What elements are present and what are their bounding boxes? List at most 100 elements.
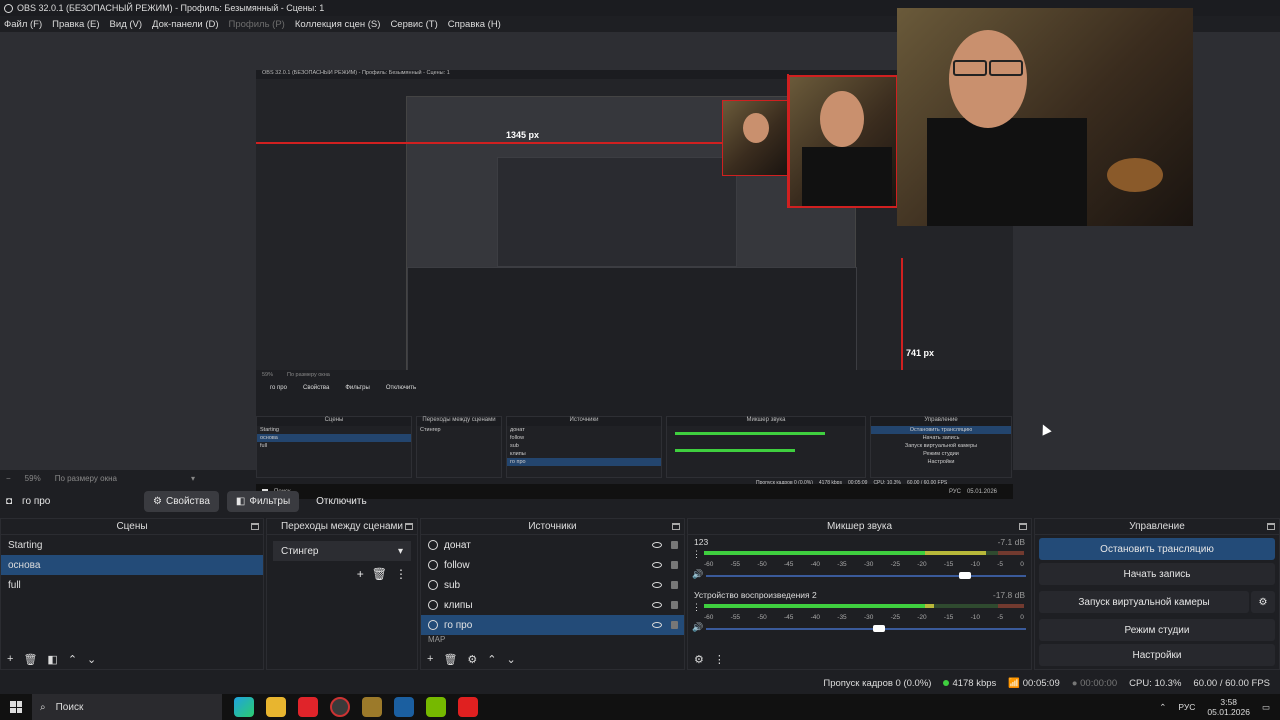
nvidia-icon[interactable] bbox=[426, 697, 446, 717]
nested-props: Свойства bbox=[302, 385, 330, 391]
move-down-icon[interactable]: ⌄ bbox=[87, 653, 96, 666]
stop-stream-button[interactable]: Остановить трансляцию bbox=[1039, 538, 1275, 560]
zoom-level[interactable]: 59% bbox=[25, 474, 41, 483]
steam-icon[interactable] bbox=[394, 697, 414, 717]
source-item[interactable]: sub bbox=[421, 575, 684, 595]
app-icon-b[interactable] bbox=[458, 697, 478, 717]
file-explorer-icon[interactable] bbox=[266, 697, 286, 717]
more-icon[interactable]: ⋮ bbox=[395, 567, 407, 581]
windows-start-icon[interactable] bbox=[10, 701, 22, 713]
transition-actions: + 🗑 ⋮ bbox=[267, 567, 417, 581]
lock-icon[interactable] bbox=[671, 601, 678, 609]
zoom-dropdown-icon[interactable]: ▾ bbox=[191, 474, 195, 483]
source-type-icon bbox=[428, 600, 438, 610]
undock-icon[interactable] bbox=[1019, 523, 1027, 530]
lock-icon[interactable] bbox=[671, 561, 678, 569]
chevron-up-icon[interactable]: ⌃ bbox=[1159, 702, 1166, 713]
meter-tick-label: -50 bbox=[757, 561, 767, 568]
add-source-icon[interactable]: + bbox=[427, 653, 433, 665]
disable-button[interactable]: Отключить bbox=[307, 491, 376, 512]
properties-button[interactable]: ⚙ Свойства bbox=[144, 490, 219, 512]
language-indicator[interactable]: РУС bbox=[1178, 702, 1195, 712]
volume-slider[interactable] bbox=[706, 625, 1026, 632]
menu-edit[interactable]: Правка (E) bbox=[52, 19, 99, 30]
eye-icon[interactable] bbox=[652, 622, 662, 628]
webcam-source[interactable] bbox=[897, 8, 1193, 226]
measure-height-label: 741 px bbox=[906, 348, 935, 358]
transition-select[interactable]: Стингер ▾ bbox=[273, 541, 411, 561]
nested-source: донат bbox=[510, 427, 525, 433]
virtual-cam-button[interactable]: Запуск виртуальной камеры bbox=[1039, 591, 1249, 613]
eye-icon[interactable] bbox=[652, 582, 662, 588]
source-item-partial[interactable]: МАР bbox=[421, 635, 684, 643]
remove-transition-icon[interactable]: 🗑 bbox=[372, 567, 387, 581]
studio-mode-button[interactable]: Режим студии bbox=[1039, 619, 1275, 641]
lock-icon[interactable] bbox=[671, 621, 678, 629]
speaker-icon[interactable]: 🔊 bbox=[692, 569, 703, 580]
source-type-icon bbox=[428, 560, 438, 570]
obs-taskbar-icon[interactable] bbox=[330, 697, 350, 717]
undock-icon[interactable] bbox=[672, 523, 680, 530]
meter-tick-label: -15 bbox=[943, 614, 954, 621]
source-label: донат bbox=[444, 539, 471, 551]
person-head bbox=[820, 91, 864, 147]
edge-browser-icon[interactable] bbox=[234, 697, 254, 717]
menu-dots-icon[interactable]: ⋮ bbox=[692, 602, 701, 613]
zoom-minus-icon[interactable]: − bbox=[6, 474, 11, 483]
add-scene-icon[interactable]: + bbox=[7, 653, 13, 665]
menu-scene-collection[interactable]: Коллекция сцен (S) bbox=[295, 19, 381, 30]
undock-icon[interactable] bbox=[1267, 523, 1275, 530]
app-icon-w[interactable] bbox=[362, 697, 382, 717]
eye-icon[interactable] bbox=[652, 562, 662, 568]
camera-source-inner[interactable] bbox=[788, 75, 898, 208]
scene-item[interactable]: основа bbox=[1, 555, 263, 575]
taskbar-search[interactable]: ⌕ Поиск bbox=[32, 694, 222, 720]
mixer-title: Микшер звука bbox=[826, 521, 893, 532]
menu-tools[interactable]: Сервис (T) bbox=[390, 19, 437, 30]
eye-icon[interactable] bbox=[652, 602, 662, 608]
source-item[interactable]: клипы bbox=[421, 595, 684, 615]
eye-icon[interactable] bbox=[652, 542, 662, 548]
move-up-icon[interactable]: ⌃ bbox=[487, 653, 496, 666]
notification-icon[interactable]: ▭ bbox=[1262, 702, 1270, 713]
speaker-icon[interactable]: 🔊 bbox=[692, 622, 703, 633]
more-icon[interactable]: ⋮ bbox=[714, 653, 725, 666]
clock[interactable]: 3:58 05.01.2026 bbox=[1207, 697, 1250, 717]
volume-knob[interactable] bbox=[959, 572, 972, 579]
filters-button[interactable]: ◧ Фильтры bbox=[226, 490, 300, 512]
move-down-icon[interactable]: ⌄ bbox=[507, 653, 516, 666]
source-item[interactable]: follow bbox=[421, 555, 684, 575]
menu-view[interactable]: Вид (V) bbox=[110, 19, 143, 30]
gear-icon[interactable]: ⚙ bbox=[1251, 591, 1275, 613]
settings-button[interactable]: Настройки bbox=[1039, 644, 1275, 666]
preview-area[interactable]: OBS 32.0.1 (БЕЗОПАСНЫЙ РЕЖИМ) - Профиль:… bbox=[0, 8, 1280, 499]
move-up-icon[interactable]: ⌃ bbox=[68, 653, 77, 666]
lock-icon[interactable] bbox=[671, 541, 678, 549]
menu-docks[interactable]: Док-панели (D) bbox=[152, 19, 218, 30]
menu-dots-icon[interactable]: ⋮ bbox=[692, 549, 701, 560]
scene-filters-icon[interactable]: ◧ bbox=[47, 653, 57, 666]
source-item[interactable]: го про bbox=[421, 615, 684, 635]
start-record-button[interactable]: Начать запись bbox=[1039, 563, 1275, 585]
source-item[interactable]: донат bbox=[421, 535, 684, 555]
menu-help[interactable]: Справка (H) bbox=[448, 19, 501, 30]
zoom-mode[interactable]: По размеру окна bbox=[55, 474, 117, 483]
scene-item[interactable]: Starting bbox=[1, 535, 263, 555]
volume-knob[interactable] bbox=[872, 625, 885, 632]
gear-icon[interactable]: ⚙ bbox=[467, 653, 477, 666]
stream-health-icon bbox=[943, 679, 950, 686]
menu-file[interactable]: Файл (F) bbox=[4, 19, 42, 30]
volume-slider[interactable] bbox=[706, 572, 1026, 579]
advanced-audio-icon[interactable]: ⚙ bbox=[694, 653, 704, 666]
remove-source-icon[interactable]: 🗑 bbox=[443, 653, 457, 666]
lock-icon[interactable] bbox=[671, 581, 678, 589]
undock-icon[interactable] bbox=[405, 523, 413, 530]
undock-icon[interactable] bbox=[251, 523, 259, 530]
remove-scene-icon[interactable]: 🗑 bbox=[23, 653, 37, 666]
scene-item[interactable]: full bbox=[1, 575, 263, 595]
level-meter bbox=[704, 604, 1024, 608]
guide-line-horizontal bbox=[256, 142, 788, 144]
nested-controls: Управление Остановить трансляцию Начать … bbox=[870, 416, 1012, 478]
yandex-browser-icon[interactable] bbox=[298, 697, 318, 717]
add-transition-icon[interactable]: + bbox=[357, 567, 364, 581]
